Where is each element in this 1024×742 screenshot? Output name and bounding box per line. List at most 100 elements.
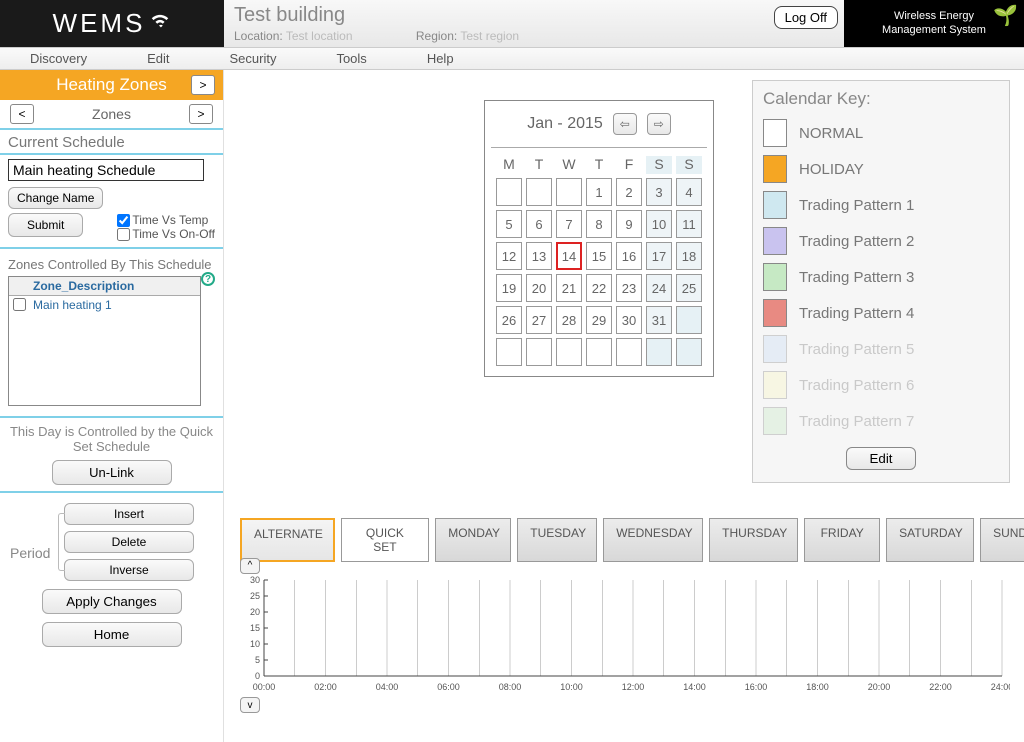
key-row: Trading Pattern 5 [763, 331, 999, 367]
calendar-day[interactable]: 12 [496, 242, 522, 270]
key-swatch [763, 299, 787, 327]
logoff-button[interactable]: Log Off [774, 6, 838, 29]
key-label: HOLIDAY [799, 161, 864, 178]
calendar-day[interactable] [676, 306, 702, 334]
help-icon[interactable]: ? [201, 272, 215, 286]
calendar-day[interactable]: 16 [616, 242, 642, 270]
calendar-day[interactable]: 26 [496, 306, 522, 334]
calendar-day[interactable]: 24 [646, 274, 672, 302]
quick-set-section: This Day is Controlled by the Quick Set … [0, 416, 223, 493]
calendar-day[interactable]: 29 [586, 306, 612, 334]
svg-text:12:00: 12:00 [622, 682, 645, 692]
menu-bar: Discovery Edit Security Tools Help [0, 48, 1024, 70]
calendar-day[interactable]: 15 [586, 242, 612, 270]
calendar-day[interactable] [526, 338, 552, 366]
calendar-day[interactable] [676, 338, 702, 366]
menu-edit[interactable]: Edit [147, 51, 169, 66]
calendar-key-panel: Calendar Key: NORMALHOLIDAYTrading Patte… [752, 80, 1010, 483]
location-label: Location: [234, 29, 283, 43]
calendar: Jan - 2015 ⇦ ⇨ MTWTFSS123456789101112131… [484, 100, 714, 377]
calendar-day[interactable]: 31 [646, 306, 672, 334]
calendar-day[interactable]: 30 [616, 306, 642, 334]
calendar-day[interactable]: 23 [616, 274, 642, 302]
svg-text:10: 10 [250, 639, 260, 649]
menu-security[interactable]: Security [229, 51, 276, 66]
zones-prev-button[interactable]: < [10, 104, 34, 124]
calendar-day[interactable]: 25 [676, 274, 702, 302]
calendar-day[interactable] [556, 178, 582, 206]
calendar-day[interactable] [496, 338, 522, 366]
calendar-day[interactable]: 21 [556, 274, 582, 302]
submit-button[interactable]: Submit [8, 213, 83, 237]
key-label: Trading Pattern 4 [799, 305, 914, 322]
calendar-key-title: Calendar Key: [763, 89, 999, 109]
calendar-day[interactable]: 10 [646, 210, 672, 238]
svg-text:02:00: 02:00 [314, 682, 337, 692]
zone-description-header: Zone_Description [33, 279, 134, 293]
table-row[interactable]: Main heating 1 [9, 296, 200, 316]
svg-text:24:00: 24:00 [991, 682, 1010, 692]
calendar-prev-button[interactable]: ⇦ [613, 113, 637, 135]
calendar-day[interactable] [616, 338, 642, 366]
calendar-title: Jan - 2015 [527, 115, 603, 133]
menu-tools[interactable]: Tools [336, 51, 366, 66]
calendar-day[interactable]: 18 [676, 242, 702, 270]
chart-scroll-down-button[interactable]: v [240, 697, 260, 713]
calendar-day[interactable]: 6 [526, 210, 552, 238]
time-vs-temp-checkbox[interactable]: Time Vs Temp [117, 213, 215, 227]
svg-text:22:00: 22:00 [929, 682, 952, 692]
key-row: Trading Pattern 1 [763, 187, 999, 223]
unlink-button[interactable]: Un-Link [52, 460, 172, 485]
zones-next-button[interactable]: > [189, 104, 213, 124]
calendar-day[interactable]: 4 [676, 178, 702, 206]
calendar-day[interactable]: 3 [646, 178, 672, 206]
calendar-day[interactable]: 11 [676, 210, 702, 238]
calendar-day[interactable] [646, 338, 672, 366]
calendar-next-button[interactable]: ⇨ [647, 113, 671, 135]
calendar-day[interactable]: 8 [586, 210, 612, 238]
calendar-day[interactable]: 20 [526, 274, 552, 302]
inverse-button[interactable]: Inverse [64, 559, 194, 581]
calendar-day[interactable]: 5 [496, 210, 522, 238]
schedule-name-input[interactable] [8, 159, 204, 181]
chart-scroll-up-button[interactable]: ^ [240, 558, 260, 574]
apply-changes-button[interactable]: Apply Changes [42, 589, 182, 614]
calendar-day[interactable]: 17 [646, 242, 672, 270]
calendar-day[interactable] [586, 338, 612, 366]
svg-text:08:00: 08:00 [499, 682, 522, 692]
calendar-day[interactable] [526, 178, 552, 206]
calendar-day[interactable] [556, 338, 582, 366]
calendar-day[interactable]: 14 [556, 242, 582, 270]
calendar-day[interactable]: 9 [616, 210, 642, 238]
menu-discovery[interactable]: Discovery [30, 51, 87, 66]
key-swatch [763, 263, 787, 291]
time-vs-onoff-checkbox[interactable]: Time Vs On-Off [117, 227, 215, 241]
menu-help[interactable]: Help [427, 51, 454, 66]
calendar-day[interactable]: 22 [586, 274, 612, 302]
heating-zones-next-button[interactable]: > [191, 75, 215, 95]
header-info: Test building Location: Test location Re… [224, 0, 768, 47]
insert-button[interactable]: Insert [64, 503, 194, 525]
sidebar: Heating Zones > < Zones > Current Schedu… [0, 70, 224, 742]
svg-text:14:00: 14:00 [683, 682, 706, 692]
calendar-day[interactable]: 1 [586, 178, 612, 206]
brand-line1: Wireless Energy [882, 10, 986, 23]
svg-text:15: 15 [250, 623, 260, 633]
calendar-day[interactable]: 27 [526, 306, 552, 334]
delete-button[interactable]: Delete [64, 531, 194, 553]
key-label: Trading Pattern 2 [799, 233, 914, 250]
calendar-day[interactable]: 7 [556, 210, 582, 238]
key-edit-button[interactable]: Edit [846, 447, 916, 470]
calendar-day[interactable] [496, 178, 522, 206]
key-swatch [763, 227, 787, 255]
home-button[interactable]: Home [42, 622, 182, 647]
svg-text:04:00: 04:00 [376, 682, 399, 692]
calendar-dow: M [496, 156, 522, 174]
change-name-button[interactable]: Change Name [8, 187, 103, 209]
key-label: Trading Pattern 7 [799, 413, 914, 430]
calendar-day[interactable]: 28 [556, 306, 582, 334]
svg-text:10:00: 10:00 [560, 682, 583, 692]
calendar-day[interactable]: 2 [616, 178, 642, 206]
calendar-day[interactable]: 19 [496, 274, 522, 302]
calendar-day[interactable]: 13 [526, 242, 552, 270]
